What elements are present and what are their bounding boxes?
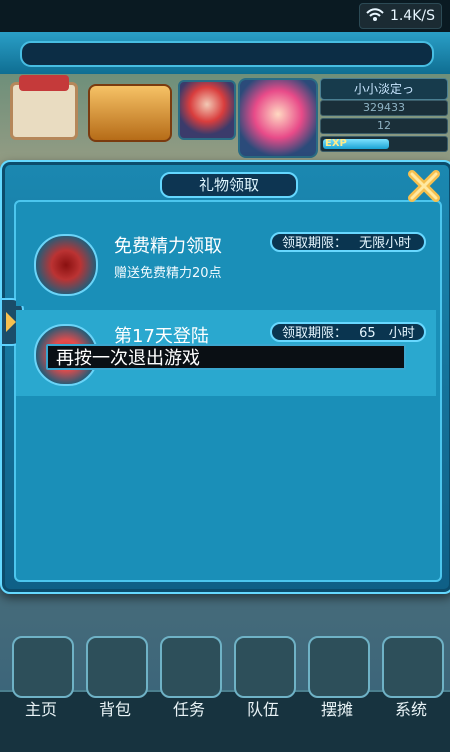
exp-label: EXP — [325, 138, 347, 149]
top-bar — [0, 32, 450, 76]
calendar-icon[interactable] — [10, 75, 78, 140]
home-icon — [12, 636, 74, 698]
gift-subtitle: 赠送免费精力20点 — [114, 266, 222, 281]
menu-label: 主页 — [24, 700, 57, 719]
player-name: 小小淡定っ — [320, 78, 448, 100]
menu-label: 背包 — [98, 700, 131, 719]
gift-limit-label: 领取期限： — [282, 236, 348, 251]
exit-toast: 再按一次退出游戏 — [46, 344, 406, 370]
backpack-icon — [86, 636, 148, 698]
energy-gift-icon — [34, 234, 98, 296]
menu-label: 摆摊 — [320, 700, 353, 719]
menu-button-system[interactable]: 系统 — [376, 636, 446, 726]
quest-scroll-icon — [160, 636, 222, 698]
gift-limit-label: 领取期限： — [282, 326, 348, 341]
menu-button-backpack[interactable]: 背包 — [80, 636, 150, 726]
menu-label: 队伍 — [246, 700, 279, 719]
treasure-chest-icon[interactable] — [88, 84, 172, 142]
modal-title: 礼物领取 — [160, 172, 298, 198]
exp-bar: EXP — [320, 136, 448, 152]
menu-button-stall[interactable]: 摆摊 — [302, 636, 372, 726]
network-speed: 1.4K/S — [389, 8, 435, 24]
companion-portrait[interactable] — [178, 80, 236, 140]
network-indicator: 1.4K/S — [358, 3, 442, 29]
top-bar-input — [20, 41, 434, 67]
gift-limit: 领取期限： 无限小时 — [270, 232, 426, 252]
gold-count: 329433 — [320, 100, 448, 116]
gift-limit-value: 无限小时 — [359, 236, 412, 251]
menu-button-home[interactable]: 主页 — [6, 636, 76, 726]
gift-limit: 领取期限： 65 小时 — [270, 322, 426, 342]
menu-label: 任务 — [172, 700, 205, 719]
menu-button-quest[interactable]: 任务 — [154, 636, 224, 726]
gift-item[interactable]: 免费精力领取 赠送免费精力20点 领取期限： 无限小时 — [16, 220, 436, 306]
player-level: 12 — [320, 118, 448, 134]
player-portrait[interactable] — [238, 78, 318, 158]
team-icon — [234, 636, 296, 698]
gift-limit-value: 65 小时 — [359, 326, 415, 341]
system-gear-icon — [382, 636, 444, 698]
player-info: 小小淡定っ 329433 12 EXP — [320, 78, 448, 156]
menu-label: 系统 — [394, 700, 427, 719]
menu-button-team[interactable]: 队伍 — [228, 636, 298, 726]
close-icon[interactable] — [406, 168, 442, 204]
stall-icon — [308, 636, 370, 698]
status-bar: 1.4K/S — [0, 0, 450, 32]
wifi-icon — [366, 7, 384, 26]
gift-title: 免费精力领取 — [114, 236, 222, 257]
